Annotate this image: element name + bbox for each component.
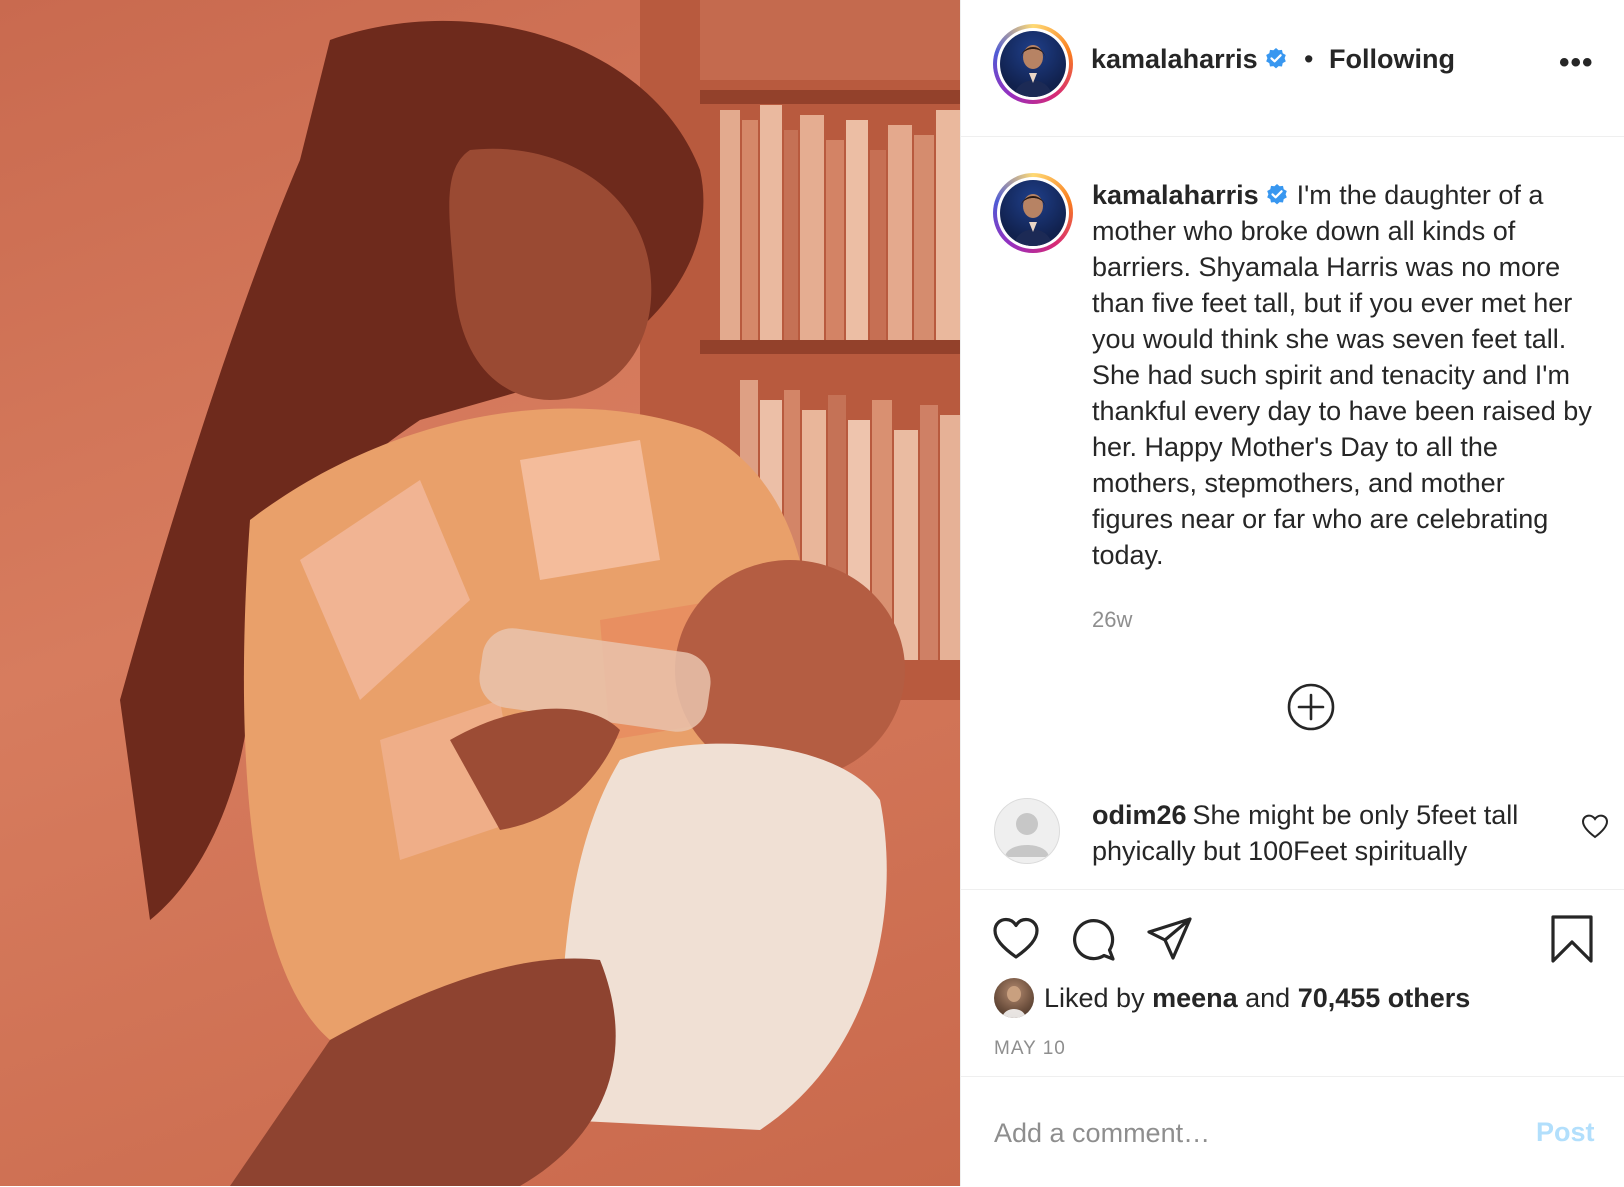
post-details-panel: kamalaharris • Following ••• kamalaharri… bbox=[961, 0, 1624, 1186]
caption-username[interactable]: kamalaharris bbox=[1092, 180, 1259, 210]
action-bar: Liked by meena and 70,455 others MAY 10 bbox=[961, 889, 1624, 1076]
likes-joiner: and bbox=[1237, 982, 1298, 1013]
default-user-icon bbox=[995, 799, 1059, 863]
separator-dot: • bbox=[1304, 44, 1314, 74]
heart-icon[interactable] bbox=[991, 914, 1041, 964]
avatar-photo bbox=[1000, 180, 1066, 246]
post-photo[interactable] bbox=[0, 0, 961, 1186]
bookmark-icon[interactable] bbox=[1547, 914, 1597, 964]
post-comment-button[interactable]: Post bbox=[1536, 1117, 1595, 1148]
comments-scroll-area[interactable]: kamalaharris I'm the daughter of a mother… bbox=[961, 137, 1624, 889]
author-name[interactable]: kamalaharris bbox=[1091, 44, 1288, 75]
author-username[interactable]: kamalaharris bbox=[1091, 44, 1258, 74]
photo-illustration bbox=[120, 0, 960, 1186]
add-comment-bar: Post bbox=[961, 1076, 1624, 1187]
plus-circle-icon[interactable] bbox=[1286, 682, 1336, 732]
likes-prefix: Liked by bbox=[1044, 982, 1153, 1013]
following-button[interactable]: Following bbox=[1329, 44, 1455, 75]
post-age[interactable]: 26w bbox=[1092, 607, 1132, 633]
liker-username[interactable]: meena bbox=[1152, 983, 1238, 1014]
comment-item: odim26 She might be only 5feet tall phyic… bbox=[1092, 797, 1562, 869]
ellipsis-icon[interactable]: ••• bbox=[1559, 46, 1594, 80]
caption-author-avatar[interactable] bbox=[993, 173, 1073, 253]
comment-heart-icon[interactable] bbox=[1581, 813, 1609, 841]
verified-badge-icon bbox=[1265, 180, 1289, 205]
comment-bubble-icon[interactable] bbox=[1068, 914, 1118, 964]
caption-text: I'm the daughter of a mother who broke d… bbox=[1092, 180, 1592, 570]
likes-count[interactable]: 70,455 others bbox=[1298, 983, 1471, 1014]
comment-username[interactable]: odim26 bbox=[1092, 800, 1187, 830]
liker-avatar[interactable] bbox=[994, 978, 1034, 1018]
post-header: kamalaharris • Following ••• bbox=[961, 0, 1624, 137]
author-avatar[interactable] bbox=[993, 24, 1073, 104]
comment-input[interactable] bbox=[994, 1115, 1474, 1151]
paper-plane-icon[interactable] bbox=[1145, 914, 1195, 964]
avatar-photo bbox=[1000, 31, 1066, 97]
verified-badge-icon bbox=[1264, 47, 1288, 71]
likes-summary: Liked by meena and 70,455 others bbox=[994, 976, 1470, 1020]
post-date[interactable]: MAY 10 bbox=[994, 1038, 1066, 1060]
commenter-avatar[interactable] bbox=[994, 798, 1060, 864]
post-caption: kamalaharris I'm the daughter of a mother… bbox=[1092, 177, 1592, 573]
